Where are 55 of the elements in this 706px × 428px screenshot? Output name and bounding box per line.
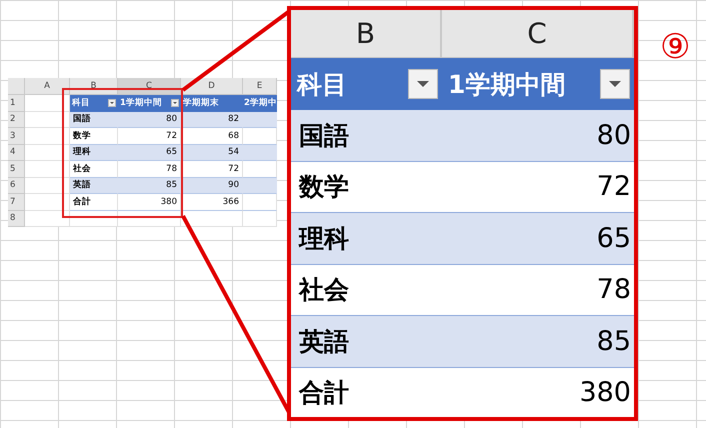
filter-dropdown-button[interactable] — [600, 69, 630, 99]
header-cell-text: 科目 — [297, 68, 347, 100]
table-cell: 72 — [181, 161, 243, 178]
filter-dropdown-button[interactable] — [408, 69, 438, 99]
table-cell: 理科 — [291, 213, 442, 264]
table-cell: 85 — [442, 316, 634, 368]
table-cell: 国語 — [70, 112, 118, 128]
select-all-corner — [8, 78, 25, 95]
table-cell: 数学 — [70, 128, 118, 144]
filter-dropdown-button[interactable] — [108, 98, 116, 107]
column-header: B — [291, 10, 442, 58]
table-cell: 合計 — [70, 194, 118, 210]
table-cell: 380 — [118, 194, 181, 210]
empty-cell — [243, 210, 277, 227]
filter-dropdown-button[interactable] — [171, 98, 179, 107]
empty-cell — [118, 210, 181, 227]
column-header: A — [25, 78, 70, 95]
table-cell: 国語 — [291, 110, 442, 162]
table-cell: 90 — [181, 178, 243, 194]
table-cell: 理科 — [70, 144, 118, 161]
header-cell-text: 2学期中 — [244, 96, 277, 109]
row-number: 8 — [8, 210, 25, 227]
table-cell: 72 — [118, 128, 181, 144]
row-number: 2 — [8, 112, 25, 128]
table-cell: 合計 — [291, 368, 442, 417]
table-cell: 68 — [181, 128, 243, 144]
step-number: ⑨ — [660, 30, 690, 64]
table-cell: 英語 — [70, 178, 118, 194]
column-header: E — [243, 78, 277, 95]
table-cell: 80 — [118, 112, 181, 128]
table-cell: 英語 — [291, 316, 442, 368]
table-cell: 80 — [442, 110, 634, 162]
column-header: D — [181, 78, 243, 95]
row-number: 4 — [8, 144, 25, 161]
table-cell: 社会 — [70, 161, 118, 178]
header-cell-text: 科目 — [72, 96, 90, 109]
header-cell-text: 1学期中間 — [120, 96, 162, 109]
header-cell-text: 学期期末 — [183, 96, 219, 109]
empty-cell — [181, 210, 243, 227]
table-cell: 82 — [181, 112, 243, 128]
table-cell: 366 — [181, 194, 243, 210]
empty-cell — [70, 210, 118, 227]
row-number: 3 — [8, 128, 25, 144]
table-cell: 65 — [118, 144, 181, 161]
table-cell: 380 — [442, 368, 634, 417]
row-number: 1 — [8, 95, 25, 112]
column-header: C — [442, 10, 634, 58]
row-number: 7 — [8, 194, 25, 210]
table-cell: 85 — [118, 178, 181, 194]
row-number: 5 — [8, 161, 25, 178]
header-cell-text: 1学期中間 — [448, 68, 566, 100]
row-number: 6 — [8, 178, 25, 194]
table-cell: 65 — [442, 213, 634, 264]
table-cell: 78 — [118, 161, 181, 178]
table-cell: 54 — [181, 144, 243, 161]
